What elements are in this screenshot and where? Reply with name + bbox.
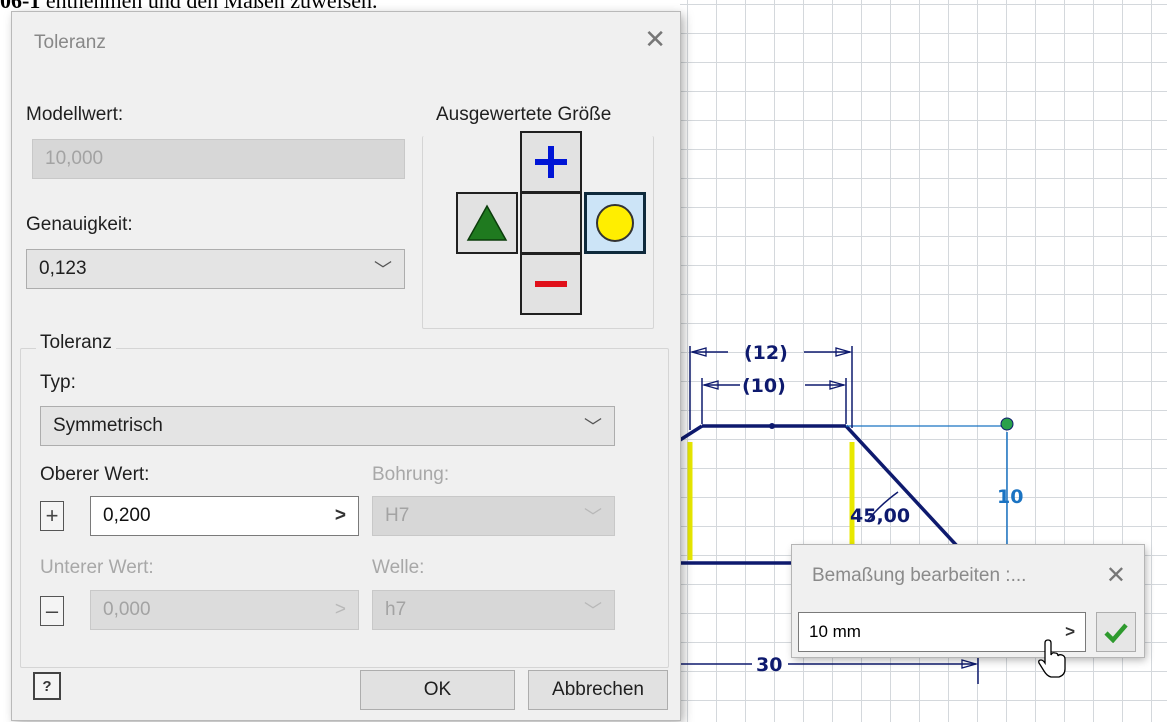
arrow-right-icon[interactable]: >: [335, 505, 346, 527]
bore-label: Bohrung:: [372, 464, 450, 485]
dimension-value: 10 mm: [809, 622, 861, 641]
arrow-right-icon: >: [334, 599, 346, 620]
lower-value: 0,000: [103, 599, 151, 620]
minus-sign-icon: –: [40, 596, 64, 626]
dim-vertical: 10: [997, 486, 1023, 508]
precision-select[interactable]: 0,123 ﹀: [26, 249, 405, 289]
dialog-title: Toleranz: [34, 32, 106, 53]
plus-sign-icon: +: [40, 501, 64, 531]
ok-button[interactable]: OK: [360, 670, 515, 710]
accept-button[interactable]: [1096, 612, 1136, 652]
circle-icon: [596, 204, 634, 242]
type-select[interactable]: Symmetrisch ﹀: [40, 406, 615, 446]
help-glyph: ?: [42, 677, 52, 695]
close-icon[interactable]: ✕: [1106, 561, 1126, 590]
cancel-button[interactable]: Abbrechen: [528, 670, 668, 710]
shaft-label: Welle:: [372, 557, 425, 578]
tolerance-group-label: Toleranz: [36, 332, 116, 354]
caption-line: 06-1 entnehmen und den Maßen zuweisen.: [0, 0, 378, 13]
dim-12: (12): [744, 342, 788, 364]
model-value: 10,000: [45, 148, 104, 169]
lower-size-button[interactable]: [520, 253, 582, 315]
close-icon[interactable]: ✕: [644, 26, 666, 52]
bore-select: H7 ﹀: [372, 496, 615, 536]
model-value-label: Modellwert:: [26, 104, 124, 125]
checkmark-icon: [1104, 623, 1128, 643]
model-value-field: 10,000: [32, 139, 405, 179]
precision-value: 0,123: [39, 258, 87, 279]
chevron-down-icon: ﹀: [584, 507, 602, 527]
chevron-down-icon: ﹀: [584, 601, 602, 621]
type-label: Typ:: [40, 372, 76, 393]
evaluated-size-label: Ausgewertete Größe: [436, 104, 612, 125]
help-icon[interactable]: ?: [33, 672, 61, 700]
tolerance-dialog: Toleranz ✕ Modellwert: 10,000 Genauigkei…: [12, 12, 680, 720]
upper-size-button[interactable]: [520, 131, 582, 193]
precision-label: Genauigkeit:: [26, 214, 133, 235]
bore-value: H7: [385, 505, 410, 526]
triangle-icon: [466, 204, 508, 241]
minus-icon: [535, 281, 567, 287]
chevron-down-icon: ﹀: [584, 417, 602, 437]
shaft-select: h7 ﹀: [372, 590, 615, 630]
chamfer-right: [844, 424, 972, 562]
upper-value-label: Oberer Wert:: [40, 464, 150, 485]
edit-dimension-popup: Bemaßung bearbeiten :... ✕ 10 mm >: [792, 545, 1144, 657]
popup-title: Bemaßung bearbeiten :...: [812, 565, 1027, 586]
midpoint: [769, 423, 775, 429]
lower-value-input: 0,000 >: [90, 590, 359, 630]
lower-bound-button[interactable]: [456, 192, 518, 254]
upper-value-input[interactable]: 0,200 >: [90, 496, 359, 536]
dim-horizontal: 30: [756, 654, 782, 676]
sketch-point: [1000, 417, 1014, 431]
plus-icon: [535, 146, 567, 178]
type-value: Symmetrisch: [53, 415, 163, 436]
chamfer-left: [680, 424, 703, 442]
nominal-button[interactable]: [520, 192, 582, 254]
hand-cursor-icon: [1038, 639, 1066, 678]
upper-value: 0,200: [103, 505, 151, 526]
chevron-down-icon: ﹀: [374, 260, 392, 280]
dim-angle: 45,00: [850, 505, 910, 527]
median-button[interactable]: [584, 192, 646, 254]
shaft-value: h7: [385, 599, 407, 620]
lower-value-label: Unterer Wert:: [40, 557, 154, 578]
dim-10: (10): [742, 375, 786, 397]
